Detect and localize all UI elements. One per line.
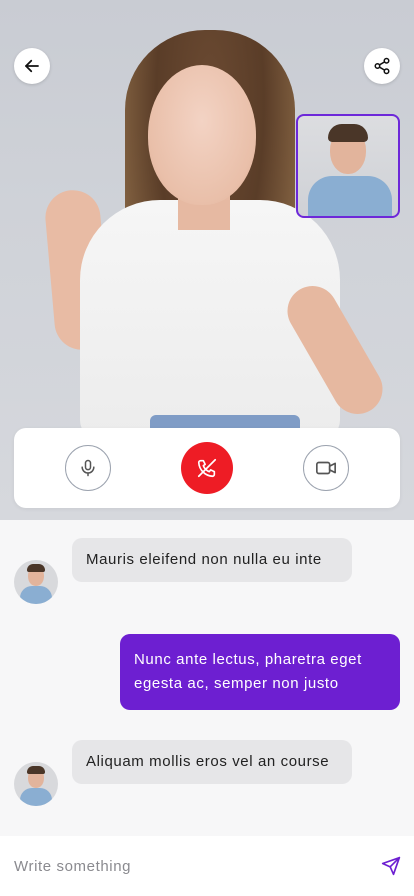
send-button[interactable] bbox=[380, 855, 402, 877]
incoming-message: Aliquam mollis eros vel an course bbox=[72, 740, 352, 784]
self-video-preview[interactable] bbox=[296, 114, 400, 218]
camera-toggle-button[interactable] bbox=[303, 445, 349, 491]
microphone-icon bbox=[81, 459, 95, 477]
end-call-button[interactable] bbox=[181, 442, 233, 494]
video-camera-icon bbox=[316, 461, 336, 475]
back-button[interactable] bbox=[14, 48, 50, 84]
share-icon bbox=[374, 57, 390, 75]
mute-button[interactable] bbox=[65, 445, 111, 491]
share-button[interactable] bbox=[364, 48, 400, 84]
call-controls bbox=[14, 428, 400, 508]
message-input[interactable] bbox=[14, 854, 354, 878]
phone-hangup-icon bbox=[197, 458, 217, 478]
avatar bbox=[14, 560, 58, 604]
incoming-message: Mauris eleifend non nulla eu inte bbox=[72, 538, 352, 582]
message-list: Mauris eleifend non nulla eu inte Nunc a… bbox=[0, 520, 414, 836]
avatar bbox=[14, 762, 58, 806]
message-composer bbox=[0, 836, 414, 896]
send-icon bbox=[381, 856, 401, 876]
outgoing-message: Nunc ante lectus, pharetra eget egesta a… bbox=[120, 634, 400, 710]
arrow-left-icon bbox=[25, 59, 39, 73]
